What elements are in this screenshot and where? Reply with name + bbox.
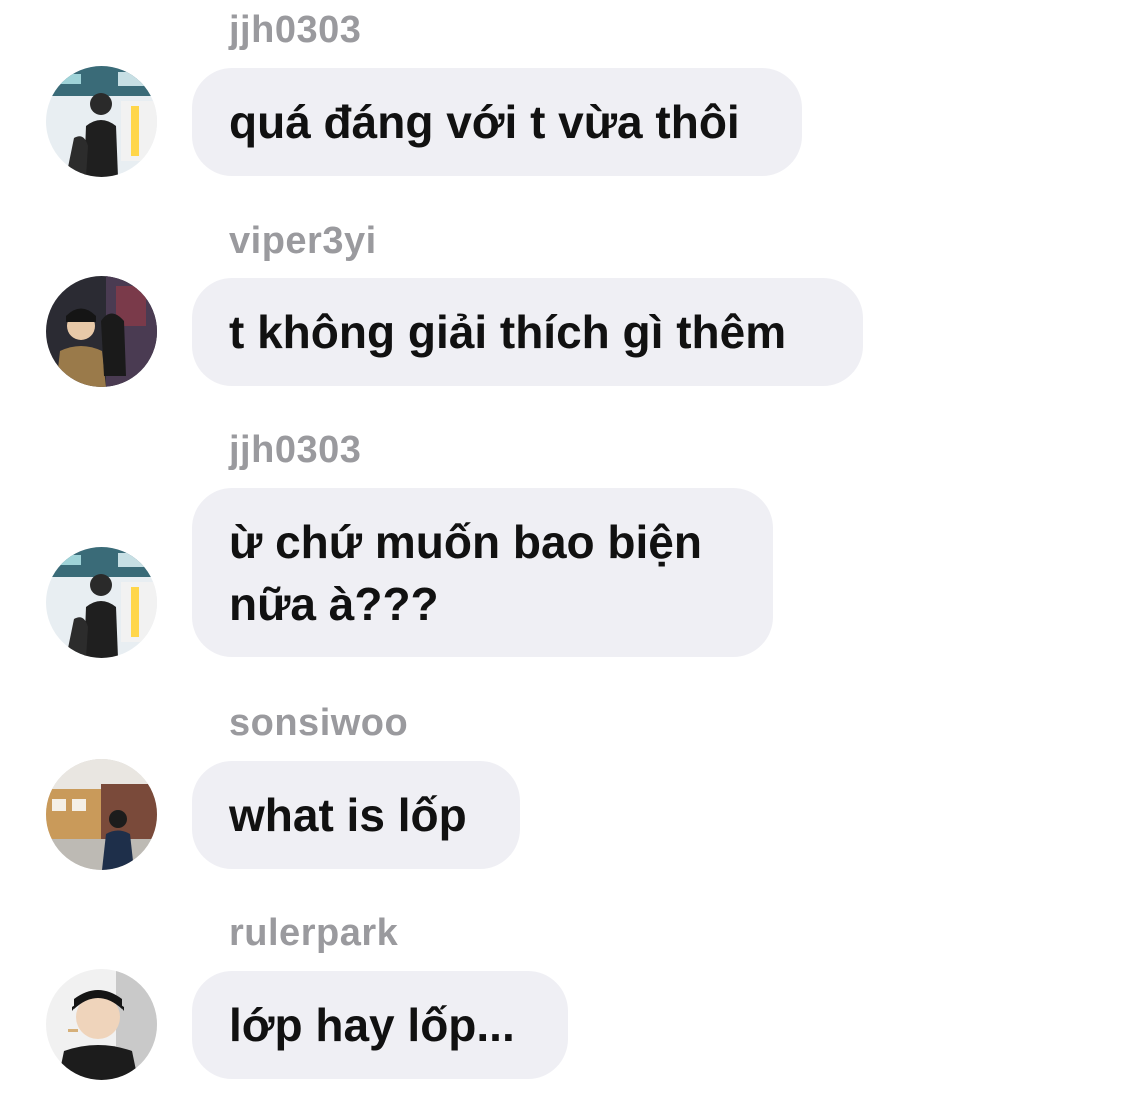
message-text: lớp hay lốp... xyxy=(229,999,515,1051)
message-bubble[interactable]: ừ chứ muốn bao biện nữa à??? xyxy=(192,488,773,657)
user-avatar[interactable] xyxy=(46,969,157,1080)
message-username[interactable]: jjh0303 xyxy=(229,10,361,50)
user-avatar[interactable] xyxy=(46,66,157,177)
message-text: quá đáng với t vừa thôi xyxy=(229,96,740,148)
message-bubble[interactable]: lớp hay lốp... xyxy=(192,971,568,1079)
message-text: ừ chứ muốn bao biện nữa à??? xyxy=(229,515,702,630)
message-bubble[interactable]: what is lốp xyxy=(192,761,520,869)
user-avatar[interactable] xyxy=(46,276,157,387)
user-avatar[interactable] xyxy=(46,547,157,658)
message-username[interactable]: jjh0303 xyxy=(229,430,361,470)
user-avatar[interactable] xyxy=(46,759,157,870)
message-username[interactable]: viper3yi xyxy=(229,221,377,261)
message-text: what is lốp xyxy=(229,789,467,841)
message-text: t không giải thích gì thêm xyxy=(229,306,787,358)
message-bubble[interactable]: t không giải thích gì thêm xyxy=(192,278,863,386)
message-username[interactable]: rulerpark xyxy=(229,913,398,953)
message-username[interactable]: sonsiwoo xyxy=(229,703,408,743)
message-bubble[interactable]: quá đáng với t vừa thôi xyxy=(192,68,802,176)
